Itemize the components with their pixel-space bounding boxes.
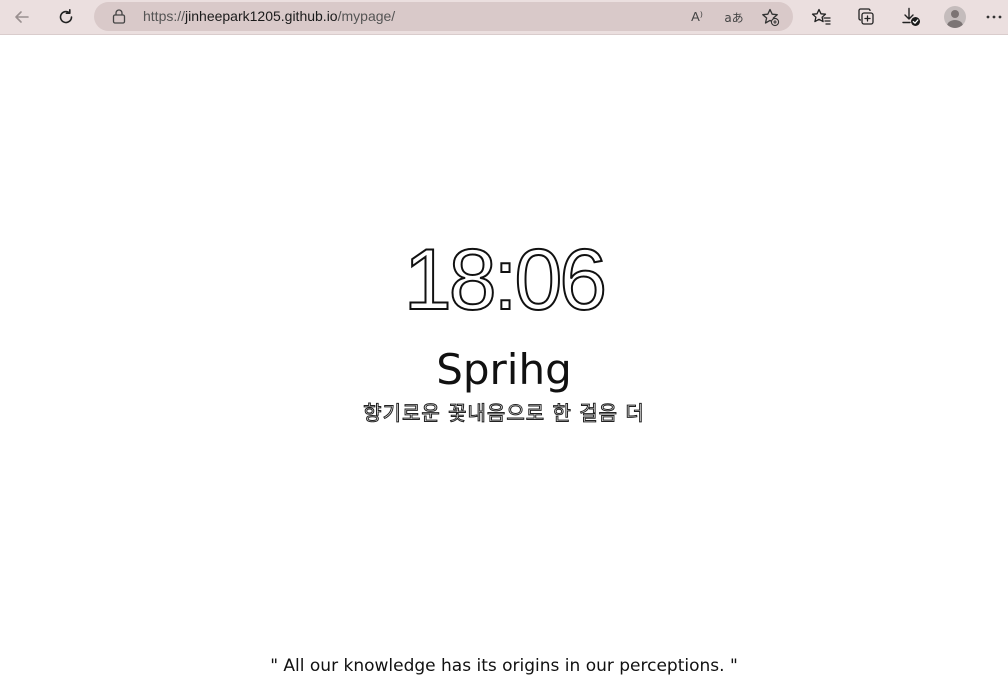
read-aloud-button[interactable]: A⁾ xyxy=(685,5,709,29)
url-path: /mypage/ xyxy=(337,8,396,24)
quote-text: " All our knowledge has its origins in o… xyxy=(270,656,738,676)
avatar xyxy=(944,6,966,28)
download-icon xyxy=(902,7,920,26)
refresh-icon xyxy=(59,9,73,24)
more-menu-button[interactable] xyxy=(980,4,1008,30)
read-aloud-icon: A⁾ xyxy=(691,9,703,24)
favorites-button[interactable] xyxy=(807,4,835,30)
url-text[interactable]: https://jinheepark1205.github.io/mypage/ xyxy=(143,8,395,24)
greeting-subtitle: 향기로운 꽃내음으로 한 걸음 더 xyxy=(363,401,645,426)
favorites-list-icon xyxy=(811,8,831,25)
arrow-left-icon xyxy=(15,11,29,23)
translate-icon: aあ xyxy=(724,10,744,25)
page-content: 18:06 Sprihg 향기로운 꽃내음으로 한 걸음 더 " All our… xyxy=(0,36,1008,678)
downloads-button[interactable] xyxy=(897,4,925,30)
url-host: jinheepark1205.github.io xyxy=(185,8,338,24)
refresh-button[interactable] xyxy=(52,4,80,30)
star-add-icon xyxy=(762,8,780,27)
clock-display: 18:06 xyxy=(403,232,608,328)
more-dots-icon xyxy=(986,15,1002,19)
collections-icon xyxy=(858,8,874,25)
url-prefix: https:// xyxy=(143,8,186,24)
translate-button[interactable]: aあ xyxy=(722,5,746,29)
add-favorite-button[interactable] xyxy=(758,5,782,29)
profile-button[interactable] xyxy=(941,4,969,30)
greeting-title: Sprihg xyxy=(436,345,572,394)
lock-icon[interactable] xyxy=(112,9,126,24)
back-button[interactable] xyxy=(8,4,36,30)
address-bar[interactable]: https://jinheepark1205.github.io/mypage/… xyxy=(94,2,793,31)
collections-button[interactable] xyxy=(852,4,880,30)
browser-toolbar: https://jinheepark1205.github.io/mypage/… xyxy=(0,0,1008,35)
